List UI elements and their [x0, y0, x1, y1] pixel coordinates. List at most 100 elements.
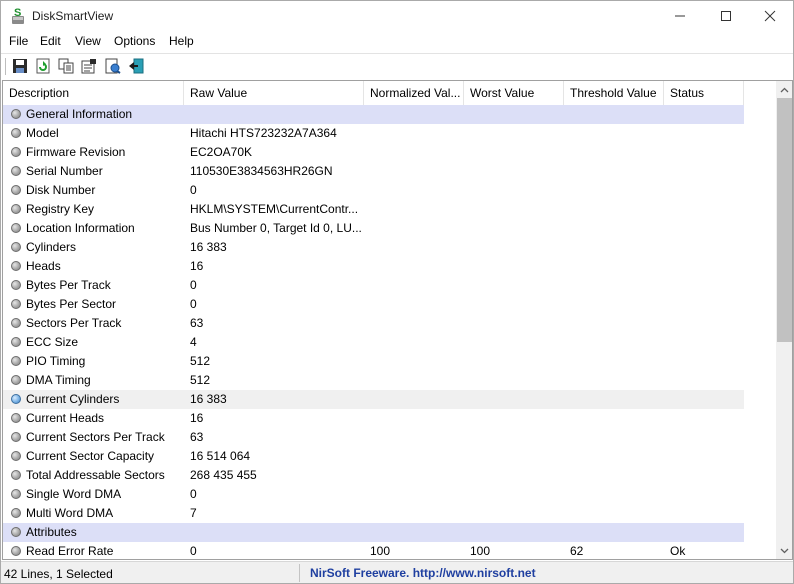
- copy-icon: [58, 58, 74, 74]
- cell-raw-value: Hitachi HTS723232A7A364: [190, 126, 337, 140]
- table-row[interactable]: Read Error Rate 0 100 100 62 Ok: [3, 542, 744, 559]
- menu-options[interactable]: Options: [114, 34, 155, 48]
- row-bullet-icon: [11, 280, 21, 290]
- cell-raw-value: 16 514 064: [190, 449, 251, 463]
- cell-raw-value: 0: [190, 297, 197, 311]
- minimize-button[interactable]: [657, 1, 703, 31]
- row-bullet-icon: [11, 185, 21, 195]
- cell-description: General Information: [26, 107, 133, 121]
- html-report-button[interactable]: [104, 57, 122, 75]
- svg-text:S: S: [14, 7, 21, 19]
- cell-description: Firmware Revision: [26, 145, 126, 159]
- menu-bar: File Edit View Options Help: [1, 31, 793, 51]
- chevron-up-icon: [780, 87, 789, 92]
- cell-description: Current Sector Capacity: [26, 449, 155, 463]
- exit-icon: [129, 58, 144, 74]
- cell-raw-value: 16: [190, 259, 204, 273]
- toolbar: [1, 53, 793, 78]
- menu-view[interactable]: View: [75, 34, 101, 48]
- save-icon: [13, 59, 27, 73]
- table-row[interactable]: Total Addressable Sectors 268 435 455: [3, 466, 744, 485]
- cell-raw-value: 16: [190, 411, 204, 425]
- properties-icon: [81, 59, 96, 74]
- cell-description: Registry Key: [26, 202, 95, 216]
- table-row[interactable]: Heads 16: [3, 257, 744, 276]
- window-title: DiskSmartView: [32, 9, 114, 23]
- table-row[interactable]: PIO Timing 512: [3, 352, 744, 371]
- table-row[interactable]: Sectors Per Track 63: [3, 314, 744, 333]
- title-bar[interactable]: S DiskSmartView: [1, 1, 793, 31]
- table-row[interactable]: Bytes Per Track 0: [3, 276, 744, 295]
- table-row[interactable]: Cylinders 16 383: [3, 238, 744, 257]
- cell-raw-value: 4: [190, 335, 197, 349]
- table-row[interactable]: Location Information Bus Number 0, Target…: [3, 219, 744, 238]
- cell-description: Disk Number: [26, 183, 96, 197]
- cell-status: Ok: [670, 544, 686, 558]
- cell-raw-value: 512: [190, 373, 211, 387]
- status-separator: [299, 564, 300, 582]
- table-row[interactable]: Model Hitachi HTS723232A7A364: [3, 124, 744, 143]
- cell-description: Current Sectors Per Track: [26, 430, 165, 444]
- table-row[interactable]: Firmware Revision EC2OA70K: [3, 143, 744, 162]
- scroll-up-button[interactable]: [776, 81, 792, 98]
- cell-raw-value: HKLM\SYSTEM\CurrentContr...: [190, 202, 359, 216]
- table-row[interactable]: Multi Word DMA 7: [3, 504, 744, 523]
- toolbar-grip: [5, 58, 7, 75]
- cell-raw-value: 0: [190, 278, 197, 292]
- exit-button[interactable]: [127, 57, 145, 75]
- row-bullet-icon: [11, 413, 21, 423]
- cell-description: Total Addressable Sectors: [26, 468, 165, 482]
- smart-attributes-list[interactable]: Description Raw Value Normalized Val... …: [2, 80, 793, 560]
- save-button[interactable]: [11, 57, 29, 75]
- properties-button[interactable]: [80, 57, 98, 75]
- table-row[interactable]: ECC Size 4: [3, 333, 744, 352]
- cell-threshold-value: 62: [570, 544, 584, 558]
- cell-description: Attributes: [26, 525, 77, 539]
- vertical-scrollbar[interactable]: [776, 81, 792, 559]
- table-row[interactable]: Current Sectors Per Track 63: [3, 428, 744, 447]
- table-row[interactable]: Single Word DMA 0: [3, 485, 744, 504]
- column-header-raw-value[interactable]: Raw Value: [184, 81, 364, 105]
- row-bullet-icon: [11, 394, 21, 404]
- close-button[interactable]: [747, 1, 793, 31]
- html-report-icon: [105, 58, 121, 74]
- table-row[interactable]: DMA Timing 512: [3, 371, 744, 390]
- cell-description: Sectors Per Track: [26, 316, 122, 330]
- cell-description: Current Heads: [26, 411, 105, 425]
- status-bar: 42 Lines, 1 Selected NirSoft Freeware. h…: [1, 561, 793, 583]
- cell-normalized-value: 100: [370, 544, 391, 558]
- maximize-button[interactable]: [703, 1, 749, 31]
- row-bullet-icon: [11, 375, 21, 385]
- scroll-down-button[interactable]: [776, 542, 792, 559]
- cell-description: Current Cylinders: [26, 392, 120, 406]
- table-row[interactable]: Current Heads 16: [3, 409, 744, 428]
- column-header-description[interactable]: Description: [3, 81, 184, 105]
- table-row[interactable]: Current Cylinders 16 383: [3, 390, 744, 409]
- column-header-worst-value[interactable]: Worst Value: [464, 81, 564, 105]
- group-row[interactable]: General Information: [3, 105, 744, 124]
- cell-raw-value: 268 435 455: [190, 468, 257, 482]
- cell-raw-value: 0: [190, 487, 197, 501]
- cell-description: Location Information: [26, 221, 135, 235]
- row-bullet-icon: [11, 204, 21, 214]
- table-row[interactable]: Disk Number 0: [3, 181, 744, 200]
- cell-raw-value: EC2OA70K: [190, 145, 253, 159]
- column-header-status[interactable]: Status: [664, 81, 744, 105]
- column-header-threshold-value[interactable]: Threshold Value: [564, 81, 664, 105]
- table-row[interactable]: Serial Number 110530E3834563HR26GN: [3, 162, 744, 181]
- table-row[interactable]: Registry Key HKLM\SYSTEM\CurrentContr...: [3, 200, 744, 219]
- scrollbar-thumb[interactable]: [777, 98, 792, 342]
- menu-help[interactable]: Help: [169, 34, 194, 48]
- refresh-icon: [36, 58, 50, 74]
- copy-button[interactable]: [57, 57, 75, 75]
- table-row[interactable]: Current Sector Capacity 16 514 064: [3, 447, 744, 466]
- column-header-normalized-value[interactable]: Normalized Val...: [364, 81, 464, 105]
- menu-file[interactable]: File: [9, 34, 28, 48]
- table-row[interactable]: Bytes Per Sector 0: [3, 295, 744, 314]
- cell-raw-value: 63: [190, 316, 204, 330]
- group-row[interactable]: Attributes: [3, 523, 744, 542]
- menu-edit[interactable]: Edit: [40, 34, 61, 48]
- nirsoft-link[interactable]: NirSoft Freeware. http://www.nirsoft.net: [310, 566, 536, 580]
- cell-raw-value: 512: [190, 354, 211, 368]
- refresh-button[interactable]: [34, 57, 52, 75]
